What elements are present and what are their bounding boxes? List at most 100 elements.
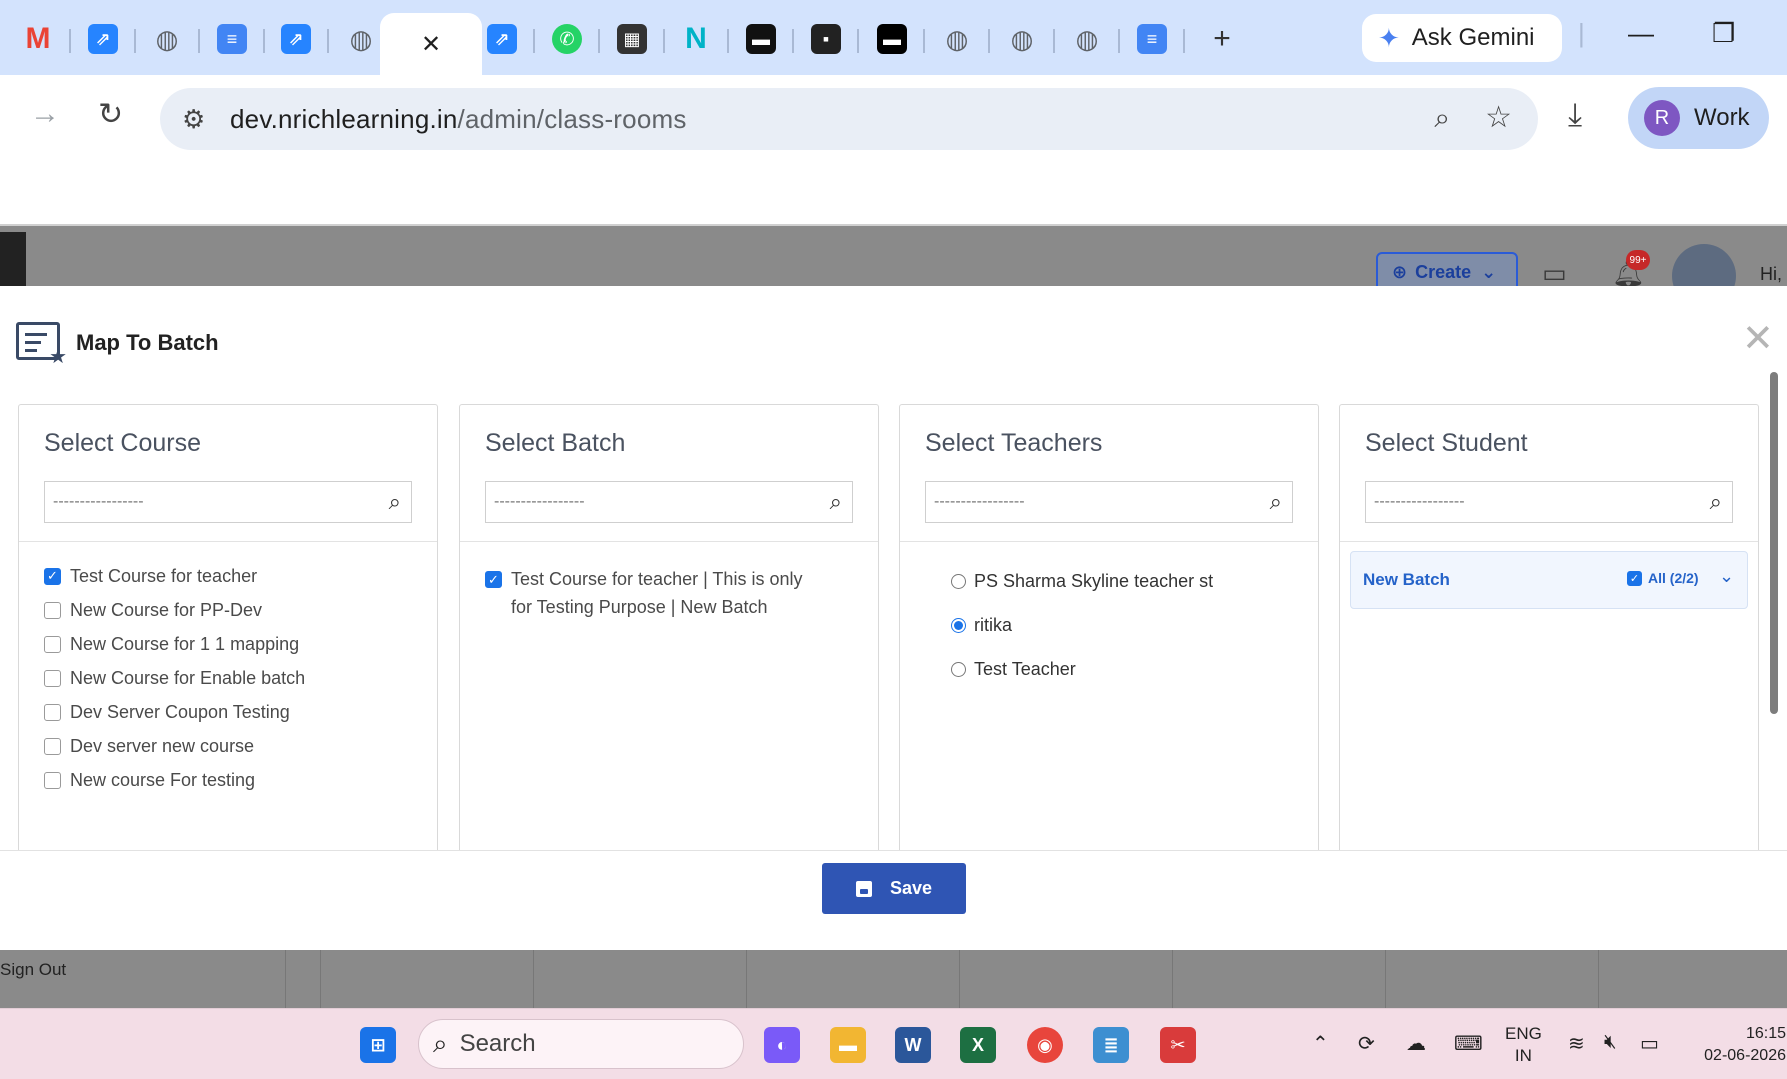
teacher-item[interactable]: PS Sharma Skyline teacher st: [951, 559, 1213, 603]
batch-item[interactable]: ✓ Test Course for teacher | This is only…: [485, 565, 825, 621]
minimize-icon[interactable]: —: [1628, 18, 1654, 49]
active-tab[interactable]: ✕: [380, 13, 482, 75]
radio-selected-icon[interactable]: [951, 617, 966, 633]
browser-tab[interactable]: ◍: [1055, 13, 1120, 65]
checkbox-checked-icon[interactable]: ✓: [1627, 570, 1642, 586]
taskbar-search[interactable]: ⌕ Search: [418, 1019, 744, 1069]
close-icon[interactable]: ✕: [416, 29, 446, 59]
restore-icon[interactable]: ❐: [1712, 18, 1735, 49]
checkbox-icon[interactable]: [44, 635, 61, 653]
new-tab-button[interactable]: +: [1190, 13, 1254, 65]
wifi-icon[interactable]: ≋: [1568, 1031, 1585, 1056]
chat-icon[interactable]: ▭: [1542, 258, 1567, 289]
select-all-students[interactable]: ✓ All (2/2): [1627, 570, 1699, 586]
search-icon[interactable]: ⌕: [389, 489, 401, 515]
search-icon[interactable]: ⌕: [1270, 489, 1282, 515]
reload-icon[interactable]: ↻: [98, 97, 123, 132]
url-text[interactable]: dev.nrichlearning.in/admin/class-rooms: [230, 104, 687, 135]
browser-tab[interactable]: ⇗: [71, 13, 136, 65]
cloud-icon[interactable]: ☁: [1406, 1031, 1426, 1056]
radio-icon[interactable]: [951, 573, 966, 589]
bookmark-star-icon[interactable]: ☆: [1485, 100, 1512, 135]
browser-tab[interactable]: ▦: [600, 13, 665, 65]
checkbox-icon[interactable]: [44, 669, 61, 687]
file-explorer-icon[interactable]: ▬: [830, 1027, 866, 1063]
batch-search-input[interactable]: [486, 482, 806, 522]
browser-tab[interactable]: ◍: [925, 13, 990, 65]
browser-tab[interactable]: ⇗: [264, 13, 329, 65]
download-icon[interactable]: ⤓: [1568, 96, 1582, 134]
zoom-icon[interactable]: ⌕: [1434, 102, 1450, 135]
battery-icon[interactable]: ▭: [1640, 1031, 1659, 1056]
checkbox-icon[interactable]: [44, 601, 61, 619]
teacher-item[interactable]: Test Teacher: [951, 647, 1213, 691]
checkbox-icon[interactable]: [44, 771, 61, 789]
sign-out-link[interactable]: Sign Out: [0, 960, 66, 980]
browser-tab[interactable]: N: [664, 13, 729, 65]
teachers-search-input[interactable]: [926, 482, 1246, 522]
browser-tab[interactable]: ▬: [860, 13, 925, 65]
ask-gemini-label: Ask Gemini: [1411, 24, 1535, 51]
course-item[interactable]: New course For testing: [44, 763, 305, 797]
profile-button[interactable]: R Work: [1628, 87, 1769, 149]
student-search-input[interactable]: [1366, 482, 1686, 522]
course-item[interactable]: New Course for PP-Dev: [44, 593, 305, 627]
checkbox-checked-icon[interactable]: ✓: [485, 571, 502, 588]
radio-icon[interactable]: [951, 661, 966, 677]
browser-tab-strip: M ⇗ ◍ ≡ ⇗ ◍ ✕ ⇗ ✆ ▦ N ▬ ▪ ▬ ◍ ◍ ◍ ≡ + ✦ Ask Gemini | — ❐: [0, 0, 1787, 75]
clock[interactable]: 16:15 02-06-2026: [1696, 1023, 1786, 1067]
copilot-icon[interactable]: ◐: [764, 1027, 800, 1063]
volume-muted-icon[interactable]: 🔇︎: [1604, 1031, 1617, 1054]
chrome-icon[interactable]: ◉: [1027, 1027, 1063, 1063]
map-to-batch-modal: ★ Map To Batch ✕ Select Course ⌕ ✓ Test C…: [0, 286, 1787, 950]
save-disk-icon: [855, 880, 872, 897]
course-panel: Select Course ⌕ ✓ Test Course for teacher…: [18, 404, 438, 850]
divider: [460, 541, 878, 542]
browser-tab[interactable]: M: [6, 13, 71, 65]
word-icon[interactable]: W: [895, 1027, 931, 1063]
address-bar[interactable]: ⚙ dev.nrichlearning.in/admin/class-rooms…: [160, 88, 1538, 150]
teachers-search[interactable]: ⌕: [925, 481, 1293, 523]
browser-tab[interactable]: ◍: [135, 13, 200, 65]
browser-tab[interactable]: ≡: [1120, 13, 1185, 65]
sync-icon[interactable]: ⟳: [1358, 1031, 1375, 1056]
course-item[interactable]: New Course for 1 1 mapping: [44, 627, 305, 661]
course-item[interactable]: Dev Server Coupon Testing: [44, 695, 305, 729]
student-search[interactable]: ⌕: [1365, 481, 1733, 523]
course-search[interactable]: ⌕: [44, 481, 412, 523]
browser-tab[interactable]: ▪: [794, 13, 859, 65]
checkbox-icon[interactable]: [44, 737, 61, 755]
batch-search[interactable]: ⌕: [485, 481, 853, 523]
thumbnail-icon: ▦: [617, 24, 647, 54]
course-item[interactable]: Dev server new course: [44, 729, 305, 763]
close-icon[interactable]: ✕: [1742, 316, 1774, 361]
browser-tab[interactable]: ▬: [729, 13, 794, 65]
search-icon[interactable]: ⌕: [1710, 489, 1722, 515]
browser-tab[interactable]: ≡: [200, 13, 265, 65]
checkbox-icon[interactable]: [44, 703, 61, 721]
chevron-up-icon[interactable]: ⌃: [1312, 1031, 1329, 1056]
course-search-input[interactable]: [45, 482, 365, 522]
student-batch-accordion[interactable]: New Batch ✓ All (2/2) ⌄: [1350, 551, 1748, 609]
teacher-item[interactable]: ritika: [951, 603, 1213, 647]
course-item[interactable]: New Course for Enable batch: [44, 661, 305, 695]
excel-icon[interactable]: X: [960, 1027, 996, 1063]
scrollbar[interactable]: [1770, 372, 1778, 714]
windows-start-icon[interactable]: ⊞: [360, 1027, 396, 1063]
site-settings-icon[interactable]: ⚙: [182, 104, 205, 135]
browser-tab[interactable]: ⇗: [470, 13, 535, 65]
browser-tab[interactable]: ✆: [535, 13, 600, 65]
chevron-down-icon[interactable]: ⌄: [1719, 566, 1734, 587]
checkbox-checked-icon[interactable]: ✓: [44, 567, 61, 585]
student-panel: Select Student ⌕ New Batch ✓ All (2/2) ⌄: [1339, 404, 1759, 850]
forward-icon[interactable]: →: [30, 97, 60, 131]
snipping-tool-icon[interactable]: ✂: [1160, 1027, 1196, 1063]
browser-tab[interactable]: ◍: [990, 13, 1055, 65]
search-icon[interactable]: ⌕: [830, 489, 842, 515]
save-button[interactable]: Save: [822, 863, 966, 914]
notepad-icon[interactable]: ≣: [1093, 1027, 1129, 1063]
ask-gemini-button[interactable]: ✦ Ask Gemini: [1362, 14, 1562, 62]
course-item[interactable]: ✓ Test Course for teacher: [44, 559, 305, 593]
keyboard-icon[interactable]: ⌨: [1454, 1031, 1483, 1056]
language-indicator[interactable]: ENG IN: [1505, 1023, 1542, 1067]
